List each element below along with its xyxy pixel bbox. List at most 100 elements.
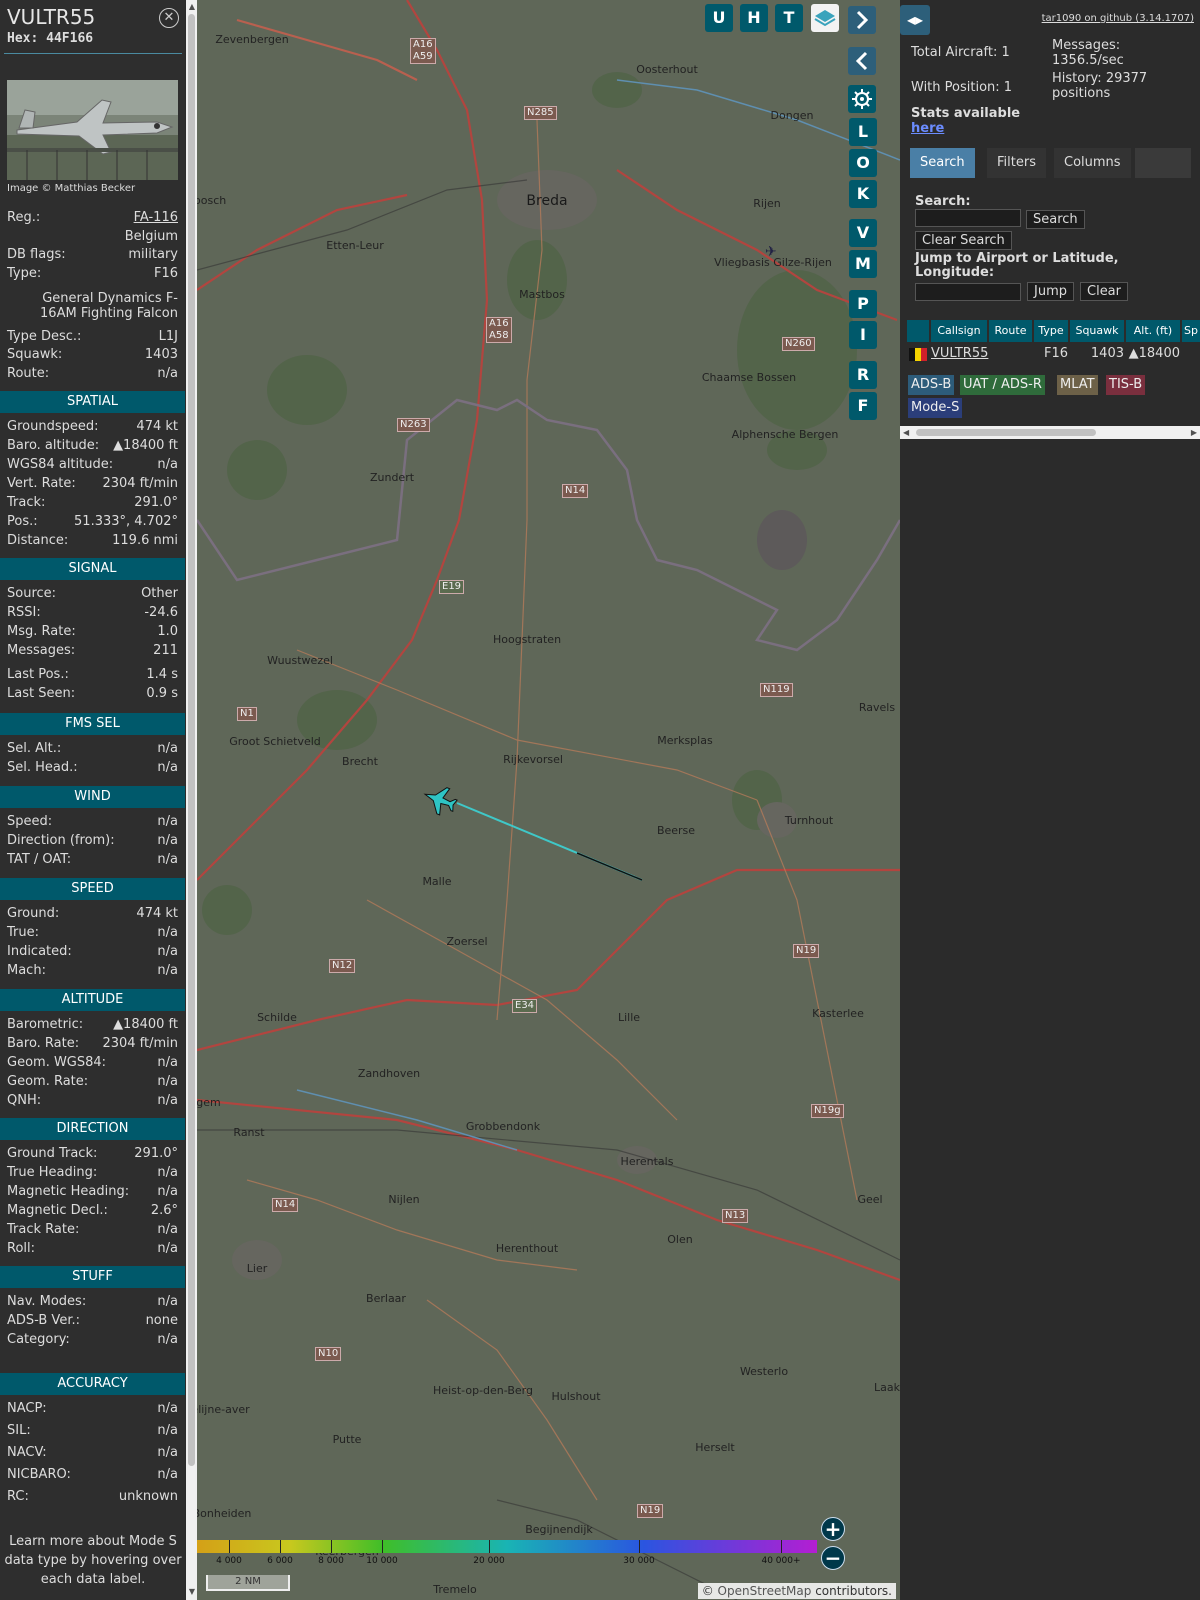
row-label[interactable]: Msg. Rate: [7, 623, 76, 641]
row-label[interactable]: Roll: [7, 1240, 35, 1258]
github-link[interactable]: tar1090 on github (3.14.1707) [1042, 13, 1194, 24]
row-label[interactable]: Vert. Rate: [7, 475, 76, 493]
row-label[interactable]: Indicated: [7, 943, 72, 961]
clear-search-button[interactable]: Clear Search [915, 231, 1012, 250]
row-label[interactable]: Geom. WGS84: [7, 1054, 106, 1072]
layers-icon[interactable] [811, 4, 839, 32]
row-label[interactable]: WGS84 altitude: [7, 456, 113, 474]
row-label[interactable]: RSSI: [7, 604, 41, 622]
row-label[interactable]: Last Seen: [7, 685, 75, 703]
close-icon[interactable]: ✕ [159, 8, 179, 28]
jump-input[interactable] [915, 283, 1021, 301]
column-type[interactable]: Type [1034, 320, 1068, 342]
row-label[interactable]: Barometric: [7, 1016, 83, 1034]
row-label[interactable]: RC: [7, 1488, 29, 1506]
row-label[interactable]: True: [7, 924, 39, 942]
aircraft-photo[interactable] [7, 80, 178, 180]
badge-tisb[interactable]: TIS-B [1106, 375, 1146, 395]
row-label[interactable]: NICBARO: [7, 1466, 71, 1484]
sidebar-scrollbar-thumb[interactable] [188, 14, 195, 1466]
scroll-up-arrow-icon[interactable]: ▲ [188, 3, 196, 11]
row-label[interactable]: Track Rate: [7, 1221, 79, 1239]
row-label[interactable]: Sel. Head.: [7, 759, 78, 777]
zoom-in-button[interactable]: + [821, 1517, 845, 1541]
map-button-k[interactable]: K [849, 180, 877, 208]
registration-link[interactable]: FA-116 [134, 209, 178, 227]
map-view[interactable]: ✈ Zevenbergen Oosterhout Dongen Breda Rijen E… [197, 0, 900, 1600]
map-button-f[interactable]: F [849, 392, 877, 420]
settings-gear-icon[interactable] [848, 85, 876, 113]
osm-link[interactable]: OpenStreetMap [718, 1584, 812, 1598]
map-button-v[interactable]: V [849, 219, 877, 247]
column-squawk[interactable]: Squawk [1070, 320, 1124, 342]
row-label[interactable]: Groundspeed: [7, 418, 98, 436]
scrollbar-thumb[interactable] [916, 429, 1096, 436]
row-label[interactable]: Mach: [7, 962, 46, 980]
row-label[interactable]: Magnetic Heading: [7, 1183, 129, 1201]
row-callsign[interactable]: VULTR55 [931, 345, 988, 363]
stats-link[interactable]: here [911, 121, 944, 136]
expand-right-icon[interactable] [848, 6, 876, 34]
row-label[interactable]: Pos.: [7, 513, 38, 531]
tab-columns[interactable]: Columns [1054, 148, 1131, 178]
row-label[interactable]: Ground Track: [7, 1145, 97, 1163]
wind-row: Speed: n/a [7, 813, 178, 831]
jump-button[interactable]: Jump [1027, 282, 1074, 301]
scroll-down-arrow-icon[interactable]: ▼ [188, 1588, 196, 1596]
map-button-h[interactable]: H [740, 4, 768, 32]
tab-filters[interactable]: Filters [987, 148, 1046, 178]
map-button-i[interactable]: I [849, 321, 877, 349]
clear-jump-button[interactable]: Clear [1080, 282, 1128, 301]
map-button-t[interactable]: T [775, 4, 803, 32]
row-label[interactable]: Direction (from): [7, 832, 115, 850]
toggle-sidebar-icon[interactable]: ◂▸ [900, 5, 930, 35]
row-label[interactable]: NACP: [7, 1400, 47, 1418]
row-label[interactable]: ADS-B Ver.: [7, 1312, 80, 1330]
row-label[interactable]: Baro. altitude: [7, 437, 99, 455]
badge-adsb[interactable]: ADS-B [908, 375, 955, 395]
map-place-label: Zandhoven [357, 1067, 421, 1080]
row-label[interactable]: Messages: [7, 642, 75, 660]
badge-mlat[interactable]: MLAT [1057, 375, 1098, 395]
map-button-o[interactable]: O [849, 149, 877, 177]
map-place-label: Kasterlee [812, 1007, 864, 1020]
badge-uat[interactable]: UAT / ADS-R [960, 375, 1045, 395]
row-label[interactable]: Category: [7, 1331, 70, 1349]
row-label[interactable]: Track: [7, 494, 45, 512]
row-label[interactable]: Nav. Modes: [7, 1293, 86, 1311]
map-button-l[interactable]: L [849, 118, 877, 146]
map-button-u[interactable]: U [705, 4, 733, 32]
table-horizontal-scrollbar[interactable]: ◀ ▶ [900, 426, 1200, 439]
column-callsign[interactable]: Callsign [931, 320, 987, 342]
search-input[interactable] [915, 209, 1021, 227]
row-label[interactable]: QNH: [7, 1092, 41, 1110]
scroll-left-arrow-icon[interactable]: ◀ [903, 426, 909, 439]
column-speed[interactable]: Sp [1182, 320, 1200, 342]
column-altitude[interactable]: Alt. (ft) [1126, 320, 1180, 342]
scroll-right-arrow-icon[interactable]: ▶ [1191, 426, 1197, 439]
column-flag[interactable] [907, 320, 929, 342]
row-label[interactable]: Last Pos.: [7, 666, 69, 684]
row-label[interactable]: Ground: [7, 905, 59, 923]
row-value: n/a [157, 1074, 178, 1089]
row-label[interactable]: NACV: [7, 1444, 47, 1462]
map-button-p[interactable]: P [849, 290, 877, 318]
row-label[interactable]: Baro. Rate: [7, 1035, 79, 1053]
column-route[interactable]: Route [989, 320, 1032, 342]
map-button-r[interactable]: R [849, 361, 877, 389]
row-label[interactable]: SIL: [7, 1422, 31, 1440]
row-label[interactable]: True Heading: [7, 1164, 97, 1182]
badge-modes[interactable]: Mode-S [908, 398, 963, 418]
row-label[interactable]: Source: [7, 585, 56, 603]
collapse-left-icon[interactable] [848, 47, 876, 75]
search-button[interactable]: Search [1026, 210, 1085, 229]
row-label[interactable]: Magnetic Decl.: [7, 1202, 108, 1220]
row-label[interactable]: Speed: [7, 813, 52, 831]
zoom-out-button[interactable]: − [821, 1546, 845, 1570]
tab-search[interactable]: Search [910, 148, 975, 178]
row-label[interactable]: Sel. Alt.: [7, 740, 61, 758]
row-label[interactable]: Geom. Rate: [7, 1073, 88, 1091]
map-button-m[interactable]: M [849, 250, 877, 278]
row-label[interactable]: Distance: [7, 532, 68, 550]
row-label[interactable]: TAT / OAT: [7, 851, 71, 869]
